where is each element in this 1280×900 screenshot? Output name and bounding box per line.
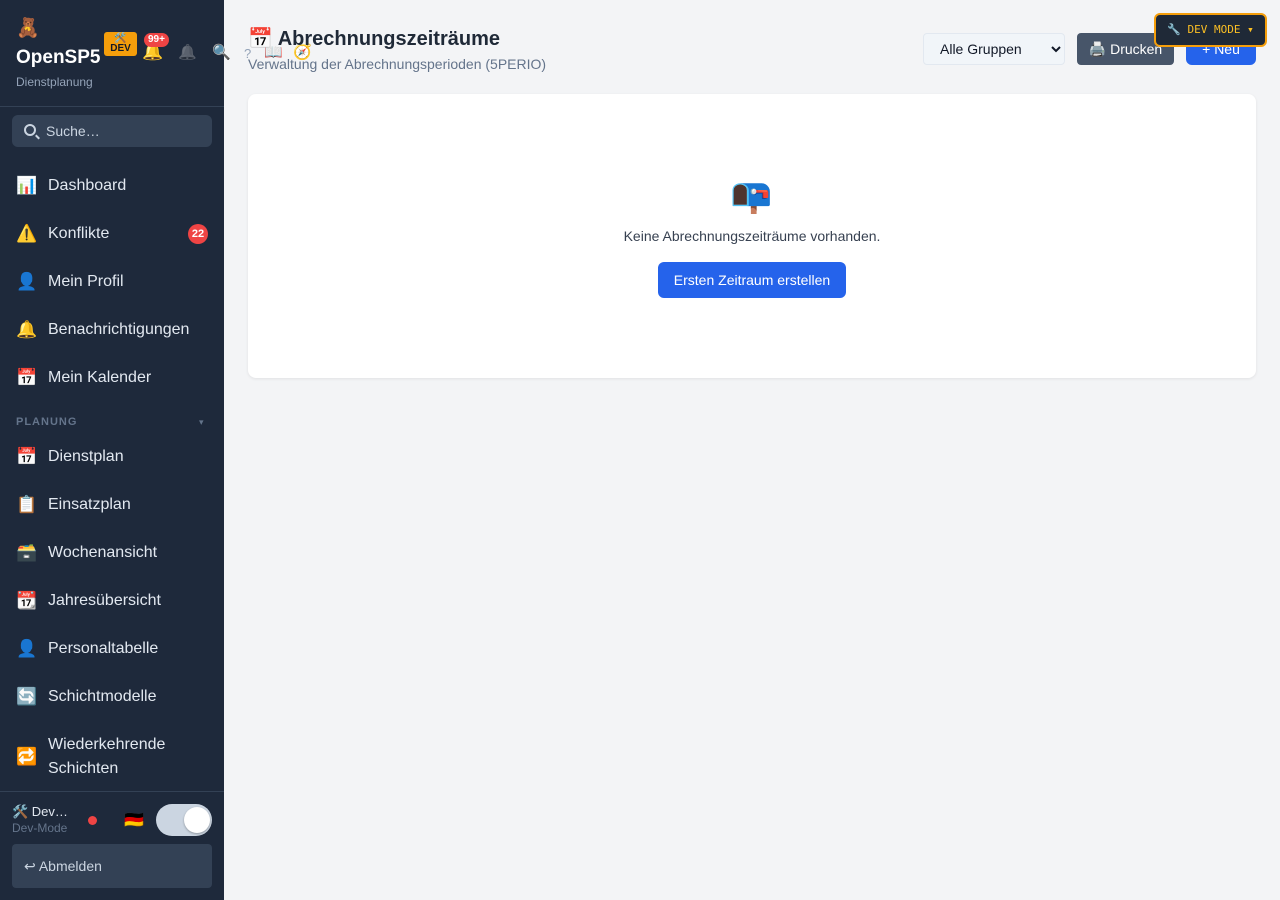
magnifier-icon xyxy=(24,124,36,136)
page-title-text: Abrechnungszeiträume xyxy=(277,28,500,50)
sidebar-item-wiederkehrende-schichten[interactable]: 🔁 Wiederkehrende Schichten xyxy=(0,733,224,781)
logout-button[interactable]: ↩ Abmelden xyxy=(12,844,212,888)
connection-status-dot xyxy=(88,816,97,825)
sidebar-item-label: Benachrichtigungen xyxy=(48,321,190,338)
sidebar-item-personaltabelle[interactable]: 👤 Personaltabelle xyxy=(0,627,224,671)
sidebar-item-jahresuebersicht[interactable]: 📆 Jahresübersicht xyxy=(0,579,224,623)
sidebar-item-label: Dashboard xyxy=(48,177,127,194)
calendar-icon: 📅 xyxy=(248,28,273,50)
sidebar-item-dienstplan[interactable]: 📅 Dienstplan xyxy=(0,435,224,479)
sidebar-item-label: Einsatzplan xyxy=(48,496,131,513)
sidebar-item-benachrichtigungen[interactable]: 🔔 Benachrichtigungen xyxy=(0,308,224,352)
card-file-box-icon: 🗃️ xyxy=(16,543,38,562)
bell-icon: 🔔 xyxy=(16,320,38,339)
current-user[interactable]: 🛠️ Dev… Dev-Mode xyxy=(12,804,68,835)
user-icon: 👤 xyxy=(16,272,38,291)
empty-state-card: 📭 Keine Abrechnungszeiträume vorhanden. … xyxy=(248,94,1256,378)
create-first-period-button[interactable]: Ersten Zeitraum erstellen xyxy=(658,262,846,298)
teddy-bear-logo-icon: 🧸 xyxy=(16,18,40,39)
sidebar-item-mein-kalender[interactable]: 📅 Mein Kalender xyxy=(0,356,224,400)
sidebar-item-label: Dienstplan xyxy=(48,448,124,465)
dev-mode-button[interactable]: 🔧 DEV MODE ▾ xyxy=(1154,13,1267,47)
bell-outline-icon[interactable]: 🔔 xyxy=(178,43,197,61)
sidebar: 🧸 OpenSP5 Dienstplanung 🛠️ DEV 🔔 99+ 🔔 🔍… xyxy=(0,0,312,900)
sidebar-item-label: Wiederkehrende Schichten xyxy=(48,736,166,777)
sidebar-item-schichtmodelle[interactable]: 🔄 Schichtmodelle xyxy=(0,675,224,719)
sidebar-item-wochenansicht[interactable]: 🗃️ Wochenansicht xyxy=(0,531,224,575)
dev-badge-label: DEV xyxy=(110,43,131,54)
repeat-icon: 🔁 xyxy=(16,747,38,766)
sidebar-item-label: Schichtmodelle xyxy=(48,688,157,705)
group-filter-select[interactable]: Alle Gruppen xyxy=(923,33,1065,65)
clipboard-icon: 📋 xyxy=(16,495,38,514)
user-name: 🛠️ Dev… xyxy=(12,804,68,819)
german-flag-icon[interactable]: 🇩🇪 xyxy=(124,810,144,830)
sidebar-item-label: Wochenansicht xyxy=(48,544,158,561)
sidebar-item-label: Personaltabelle xyxy=(48,640,159,657)
collapse-caret-icon[interactable]: ▾ xyxy=(199,417,204,428)
sidebar-item-label: Mein Kalender xyxy=(48,369,152,386)
section-title-planung[interactable]: PLANUNG xyxy=(16,416,77,428)
sidebar-item-konflikte[interactable]: ⚠️ Konflikte 22 xyxy=(0,212,224,256)
calendar-icon: 📅 xyxy=(16,368,38,387)
app-name: OpenSP5 xyxy=(16,47,101,68)
bar-chart-icon: 📊 xyxy=(16,176,38,195)
page-title: 📅 Abrechnungszeiträume xyxy=(248,26,500,51)
search-icon[interactable]: 🔍 xyxy=(212,43,231,61)
sidebar-item-label: Konflikte xyxy=(48,225,110,242)
empty-state-message: Keine Abrechnungszeiträume vorhanden. xyxy=(623,228,881,244)
calendar-icon: 📅 xyxy=(16,447,38,466)
warning-icon: ⚠️ xyxy=(16,224,38,243)
sidebar-footer-divider xyxy=(0,791,224,792)
notification-count-badge: 99+ xyxy=(144,33,169,47)
user-icon: 👤 xyxy=(16,639,38,658)
sidebar-divider xyxy=(0,106,224,107)
page-subtitle: Verwaltung der Abrechnungsperioden (5PER… xyxy=(248,56,547,72)
mailbox-icon: 📭 xyxy=(730,177,773,215)
toggle-knob xyxy=(184,807,210,833)
sidebar-item-label: Mein Profil xyxy=(48,273,124,290)
sidebar-item-mein-profil[interactable]: 👤 Mein Profil xyxy=(0,260,224,304)
theme-toggle[interactable] xyxy=(156,804,212,836)
sidebar-item-einsatzplan[interactable]: 📋 Einsatzplan xyxy=(0,483,224,527)
app-subtitle: Dienstplanung xyxy=(16,75,93,89)
user-role: Dev-Mode xyxy=(12,821,68,835)
tear-off-calendar-icon: 📆 xyxy=(16,591,38,610)
brand[interactable]: 🧸 OpenSP5 Dienstplanung xyxy=(16,18,100,89)
conflict-count-badge: 22 xyxy=(188,224,208,244)
search-input[interactable] xyxy=(46,115,206,147)
sidebar-item-label: Jahresübersicht xyxy=(48,592,161,609)
sidebar-item-dashboard[interactable]: 📊 Dashboard xyxy=(0,164,224,208)
search-box[interactable] xyxy=(12,115,212,147)
arrows-cycle-icon: 🔄 xyxy=(16,687,38,706)
dev-badge: 🛠️ DEV xyxy=(104,32,137,56)
